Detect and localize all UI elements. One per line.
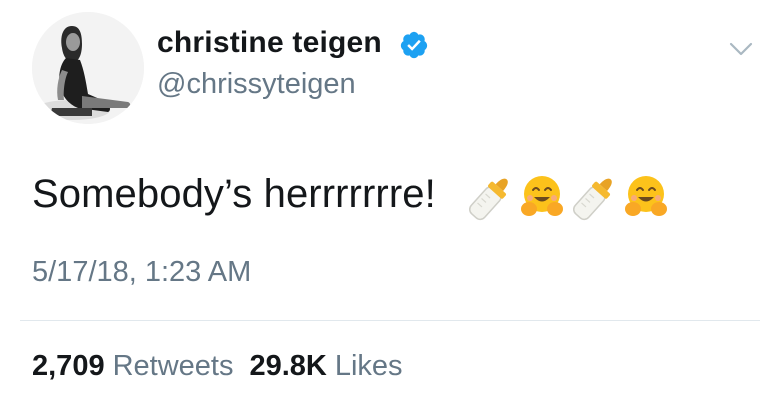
tweet-timestamp[interactable]: 5/17/18, 1:23 AM	[32, 256, 251, 289]
likes-count: 29.8K	[249, 350, 327, 382]
retweets-stat[interactable]: 2,709 Retweets	[32, 350, 233, 383]
emoji-row	[464, 172, 672, 224]
avatar-photo	[32, 12, 144, 124]
retweets-count: 2,709	[32, 350, 105, 382]
hugging-face-icon	[625, 176, 667, 216]
chevron-down-icon[interactable]	[728, 40, 754, 58]
user-handle[interactable]: @chrissyteigen	[157, 68, 356, 101]
display-name[interactable]: christine teigen	[157, 26, 382, 60]
tweet-text: Somebody’s herrrrrrre!	[32, 172, 436, 216]
hugging-face-icon	[521, 176, 563, 216]
tweet-stats: 2,709 Retweets 29.8K Likes	[32, 350, 403, 383]
divider	[20, 320, 760, 321]
verified-badge-icon	[400, 31, 428, 59]
likes-stat[interactable]: 29.8K Likes	[249, 350, 402, 383]
baby-bottle-icon	[572, 178, 612, 221]
retweets-label: Retweets	[112, 350, 234, 382]
likes-label: Likes	[334, 350, 403, 382]
avatar[interactable]	[32, 12, 144, 124]
tweet-card: christine teigen @chrissyteigen Somebody…	[0, 0, 760, 406]
baby-bottle-icon	[468, 178, 508, 221]
